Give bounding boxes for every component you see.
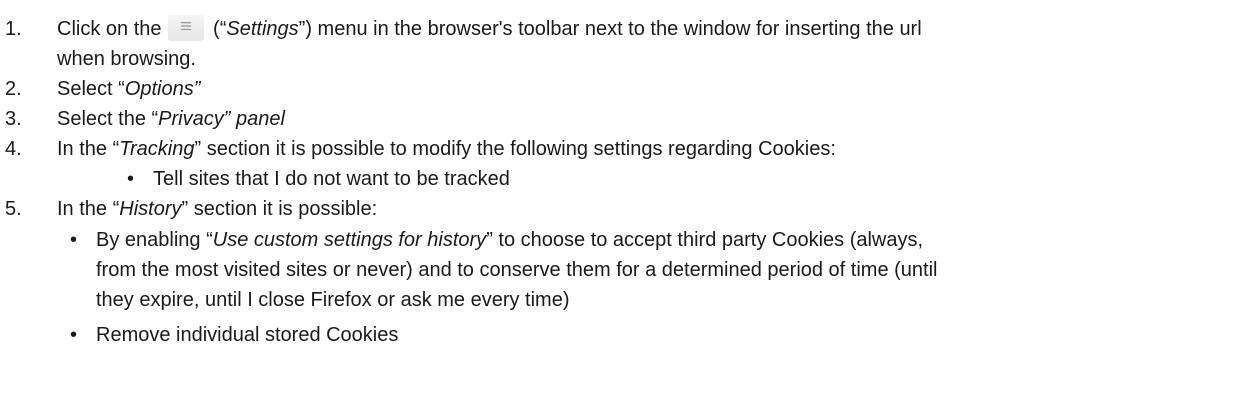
- step-1-quote-open: (“: [207, 18, 227, 40]
- bullet-symbol: •: [70, 324, 78, 346]
- step-text: Select “Options”: [57, 74, 1227, 104]
- menu-icon: [167, 15, 204, 41]
- bullet-symbol: •: [70, 229, 78, 251]
- step-4-text-start: In the “: [57, 138, 120, 160]
- step-text: Select the “Privacy” panel: [57, 104, 1227, 134]
- step-number: 3.: [5, 108, 22, 130]
- step-text: In the “Tracking” section it is possible…: [57, 134, 1227, 164]
- bullet-text: By enabling “Use custom settings for his…: [96, 225, 923, 255]
- step-5-history-label: History: [119, 198, 182, 220]
- step-2-text: Select “: [57, 78, 125, 100]
- bullet-text: Remove individual stored Cookies: [96, 324, 399, 346]
- step-5-text-start: In the “: [57, 198, 120, 220]
- step-1-settings-label: Settings: [226, 18, 299, 40]
- step-number: 5.: [5, 198, 22, 220]
- bullet-text: Tell sites that I do not want to be trac…: [153, 168, 510, 190]
- step-number: 1.: [5, 18, 22, 40]
- bullet-symbol: •: [127, 168, 135, 190]
- step-5-text-end: ” section it is possible:: [181, 198, 378, 220]
- step-3-text: Select the “: [57, 108, 159, 130]
- bullet-text-end: ” to choose to accept third party Cookie…: [486, 229, 924, 251]
- step-number: 4.: [5, 138, 22, 160]
- list-item-continuation: they expire, until I close Firefox or as…: [96, 285, 1226, 315]
- list-item-continuation: from the most visited sites or never) an…: [96, 255, 1226, 285]
- bullet-text-line-3: they expire, until I close Firefox or as…: [96, 289, 570, 311]
- custom-history-label: Use custom settings for history: [212, 229, 487, 251]
- bullet-text-line-2: from the most visited sites or never) an…: [96, 259, 938, 281]
- step-4-tracking-label: Tracking: [119, 138, 195, 160]
- step-text: In the “History” section it is possible:: [57, 194, 1227, 224]
- step-2-options-label: Options”: [124, 78, 201, 100]
- step-1-text-start: Click on the: [57, 18, 162, 40]
- step-number: 2.: [5, 78, 22, 100]
- step-text: Click on the (“Settings”) menu in the br…: [57, 14, 1227, 44]
- step-1-line-2: when browsing.: [57, 48, 196, 70]
- bullet-text-start: By enabling “: [96, 229, 213, 251]
- step-1-text-end: ”) menu in the browser's toolbar next to…: [298, 18, 922, 40]
- step-4-text-end: ” section it is possible to modify the f…: [194, 138, 836, 160]
- step-3-privacy-label: Privacy” panel: [158, 108, 285, 130]
